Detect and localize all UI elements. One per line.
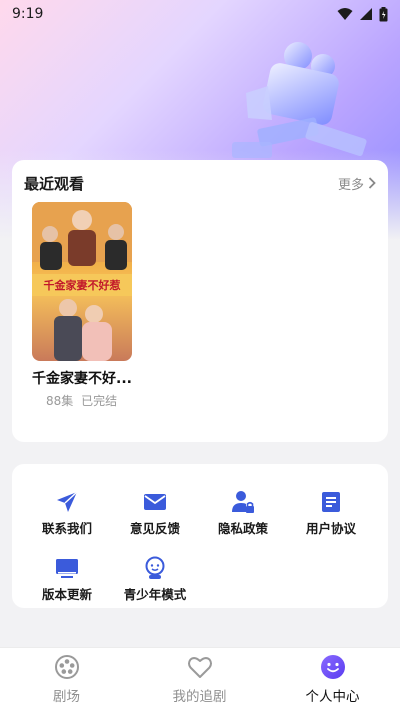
user-agreement-label: 用户协议 bbox=[305, 521, 356, 536]
teen-mode-label: 青少年模式 bbox=[123, 587, 187, 602]
feedback-button[interactable]: 意见反馈 bbox=[108, 486, 202, 542]
tab-theater-label: 剧场 bbox=[53, 689, 80, 705]
drama-episodes: 88集 bbox=[46, 394, 74, 408]
chevron-right-icon bbox=[368, 177, 376, 189]
contact-us-button[interactable]: 联系我们 bbox=[20, 486, 114, 542]
film-reel-icon bbox=[54, 655, 79, 679]
wifi-icon bbox=[337, 8, 353, 20]
tab-profile-label: 个人中心 bbox=[305, 689, 360, 705]
more-link[interactable]: 更多 bbox=[338, 174, 376, 193]
drama-meta: 88集 已完结 bbox=[46, 392, 117, 409]
tab-theater[interactable]: 剧场 bbox=[0, 654, 133, 708]
recent-watch-card: 最近观看 更多 千金家妻不好惹 千金家妻不好... 88集 已完结 bbox=[12, 160, 388, 442]
drama-title[interactable]: 千金家妻不好... bbox=[32, 368, 142, 388]
projector-icon bbox=[232, 42, 367, 158]
child-icon bbox=[145, 556, 165, 579]
status-bar: 9:19 bbox=[0, 0, 400, 28]
mail-icon bbox=[144, 494, 166, 510]
contact-us-label: 联系我们 bbox=[41, 521, 92, 536]
document-icon bbox=[322, 492, 340, 512]
more-label: 更多 bbox=[337, 177, 364, 193]
user-lock-icon bbox=[232, 491, 254, 513]
tools-card: 联系我们 意见反馈 隐私政策 用户协议 版本更新 青少年模式 bbox=[12, 464, 388, 608]
drama-poster[interactable]: 千金家妻不好惹 bbox=[32, 202, 132, 361]
smiley-icon bbox=[320, 655, 345, 679]
signal-icon bbox=[360, 8, 372, 20]
poster-title-text: 千金家妻不好惹 bbox=[43, 279, 121, 292]
tab-my-follows[interactable]: 我的追剧 bbox=[133, 654, 266, 708]
send-icon bbox=[57, 491, 78, 512]
tab-profile[interactable]: 个人中心 bbox=[266, 654, 399, 708]
status-icons bbox=[337, 6, 388, 22]
drama-status: 已完结 bbox=[81, 394, 118, 408]
heart-icon bbox=[187, 657, 212, 678]
user-agreement-button[interactable]: 用户协议 bbox=[284, 486, 378, 542]
battery-icon bbox=[379, 6, 388, 21]
privacy-policy-button[interactable]: 隐私政策 bbox=[196, 486, 290, 542]
monitor-icon bbox=[56, 559, 78, 578]
recent-header: 最近观看 更多 bbox=[24, 172, 376, 194]
privacy-policy-label: 隐私政策 bbox=[217, 521, 268, 536]
recent-title: 最近观看 bbox=[24, 174, 85, 193]
feedback-label: 意见反馈 bbox=[129, 521, 180, 536]
tab-my-follows-label: 我的追剧 bbox=[172, 689, 227, 705]
teen-mode-button[interactable]: 青少年模式 bbox=[108, 552, 202, 608]
clock: 9:19 bbox=[12, 6, 44, 22]
version-update-label: 版本更新 bbox=[41, 587, 92, 602]
bottom-tab-bar: 剧场 我的追剧 个人中心 bbox=[0, 647, 400, 711]
version-update-button[interactable]: 版本更新 bbox=[20, 552, 114, 608]
